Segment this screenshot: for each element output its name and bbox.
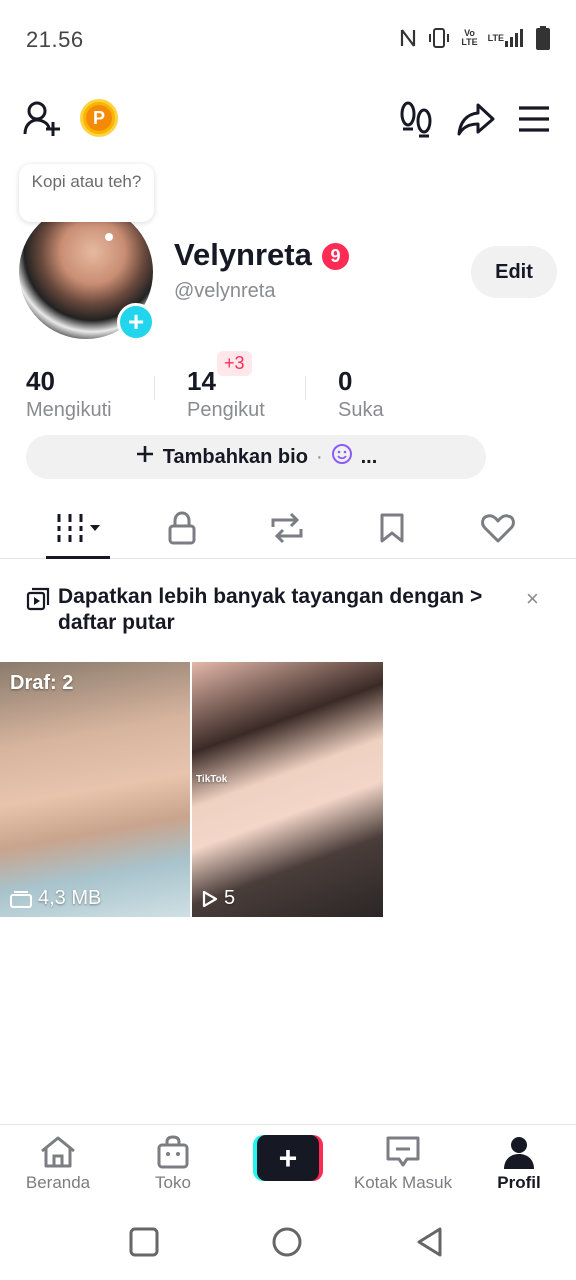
followers-label: Pengikut — [187, 399, 265, 421]
tab-favorites[interactable] — [340, 497, 444, 559]
lte-signal-icon: LTE — [488, 28, 526, 48]
drafts-icon — [10, 890, 32, 908]
note-bubble[interactable]: Kopi atau teh? — [19, 164, 154, 222]
add-avatar-icon[interactable]: + — [117, 303, 155, 341]
edit-profile-button[interactable]: Edit — [471, 246, 557, 298]
bookmark-icon — [380, 513, 404, 543]
add-friend-icon[interactable] — [22, 99, 62, 139]
status-bar: 21.56 Vo LTE LTE — [0, 0, 576, 80]
tab-private[interactable] — [130, 497, 234, 559]
playlist-banner-text: Dapatkan lebih banyak tayangan dengan > … — [58, 585, 483, 634]
coin-icon[interactable]: P — [80, 99, 118, 137]
following-stat[interactable]: 40 Mengikuti — [26, 366, 112, 422]
shopping-bag-icon — [157, 1135, 189, 1169]
likes-label: Suka — [338, 399, 384, 421]
home-icon — [41, 1136, 75, 1168]
bio-more: ... — [360, 445, 378, 468]
username: @velynreta — [174, 280, 276, 302]
nav-profile[interactable]: Profil — [464, 1135, 574, 1193]
following-label: Mengikuti — [26, 399, 112, 421]
bottom-nav: Beranda Toko + Kotak Masuk Profil — [0, 1124, 576, 1204]
status-icons: Vo LTE LTE — [399, 26, 550, 50]
profile-icon — [504, 1137, 534, 1169]
bio-separator: · — [315, 445, 323, 468]
view-count: 5 — [202, 887, 235, 910]
repost-icon — [271, 512, 303, 544]
nav-shop[interactable]: Toko — [118, 1135, 228, 1193]
note-bubble-tail — [105, 233, 113, 241]
tiktok-watermark: TikTok — [196, 774, 228, 785]
recents-icon[interactable] — [128, 1226, 160, 1258]
footprints-icon[interactable] — [398, 99, 434, 139]
video-thumbnail[interactable]: TikTok 5 — [192, 662, 383, 917]
battery-icon — [536, 26, 550, 50]
content-tabs — [0, 497, 576, 559]
likes-count: 0 — [338, 366, 353, 396]
draft-size: 4,3 MB — [10, 887, 101, 910]
stat-divider — [154, 376, 155, 400]
emoji-icon — [331, 443, 353, 471]
videos-grid-icon — [54, 514, 100, 542]
following-count: 40 — [26, 366, 55, 396]
heart-icon — [481, 514, 515, 543]
likes-stat[interactable]: 0 Suka — [338, 366, 384, 422]
nav-home[interactable]: Beranda — [3, 1135, 113, 1193]
play-icon — [202, 890, 218, 907]
share-icon[interactable] — [456, 99, 496, 139]
playlist-icon — [26, 587, 50, 616]
top-bar: P — [0, 95, 576, 145]
create-button[interactable]: + — [253, 1135, 323, 1181]
add-bio-label: Tambahkan bio — [162, 445, 308, 468]
inbox-icon — [386, 1136, 420, 1167]
lock-icon — [168, 511, 196, 545]
back-icon[interactable] — [414, 1226, 446, 1258]
plus-icon — [135, 444, 155, 470]
video-thumbnail[interactable]: Draf: 2 4,3 MB — [0, 662, 190, 917]
new-followers-badge: +3 — [217, 351, 252, 376]
tab-reposts[interactable] — [235, 497, 339, 559]
tab-videos[interactable] — [26, 497, 130, 559]
add-bio-button[interactable]: Tambahkan bio · ... — [26, 435, 486, 479]
stat-divider — [305, 376, 306, 400]
nfc-icon — [399, 27, 417, 49]
clock: 21.56 — [26, 27, 84, 52]
menu-icon[interactable] — [516, 101, 552, 137]
home-button-icon[interactable] — [271, 1226, 303, 1258]
volte-icon: Vo LTE — [461, 28, 478, 47]
close-icon[interactable]: × — [526, 586, 539, 612]
drafts-label: Draf: 2 — [10, 672, 74, 694]
active-tab-indicator — [46, 556, 110, 559]
vibrate-icon — [427, 27, 451, 49]
display-name: Velynreta — [174, 237, 312, 272]
create-plus-icon: + — [257, 1135, 319, 1181]
tab-liked[interactable] — [446, 497, 550, 559]
nav-inbox[interactable]: Kotak Masuk — [348, 1135, 458, 1193]
notification-badge[interactable]: 9 — [320, 241, 351, 272]
system-nav — [0, 1204, 576, 1280]
